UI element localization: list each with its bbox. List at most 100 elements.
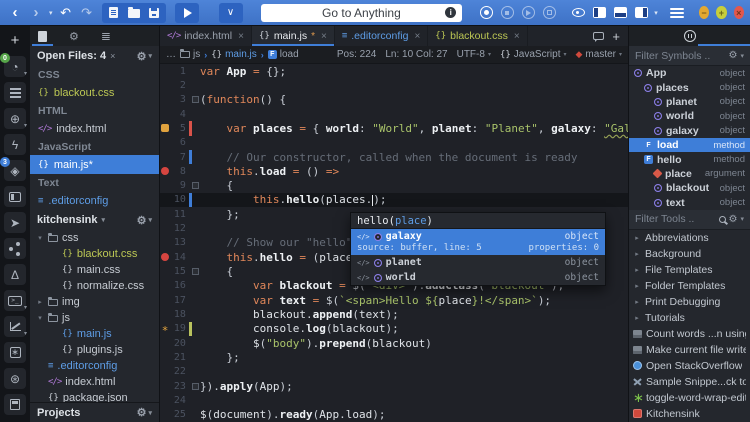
feedback-bubble-icon[interactable] (593, 32, 605, 42)
gutter-marker[interactable] (160, 167, 170, 176)
symbol-row[interactable]: Fload method (629, 137, 750, 153)
gutter[interactable]: 23 (160, 379, 200, 393)
info-icon[interactable]: i (445, 7, 457, 18)
tool-row[interactable]: ▸ Folder Templates (629, 278, 750, 294)
tree-row[interactable]: {} main.css (30, 262, 159, 278)
macro-record-button[interactable] (477, 4, 495, 22)
gutter[interactable]: 20 (160, 336, 200, 350)
editor-tab-blackout-css[interactable]: {} blackout.css × (428, 26, 528, 46)
profiler-button[interactable]: ▾ (4, 316, 27, 337)
tool-row[interactable]: ▸ File Templates (629, 262, 750, 278)
symbol-row[interactable]: Fhello method (629, 152, 750, 166)
close-icon[interactable]: × (321, 31, 327, 42)
gutter-marker[interactable]: ∗ (160, 323, 170, 334)
projects-header[interactable]: Projects ⚙ ▾ (30, 402, 159, 422)
gutter[interactable]: 9 (160, 179, 200, 193)
tools-filter[interactable]: Filter Tools .. ⚙ ▾ (629, 209, 750, 230)
close-icon[interactable]: × (414, 31, 420, 42)
gutter[interactable]: 3 (160, 93, 200, 107)
tool-row[interactable]: Sample Snippe...ck to Insert (629, 374, 750, 390)
editor-tab-index-html[interactable]: </> index.html × (160, 26, 252, 46)
code-line[interactable]: 18 blackout.append(text); (160, 307, 628, 321)
add-button[interactable]: + (4, 30, 26, 51)
fold-icon[interactable] (192, 382, 200, 390)
breadcrumb-item[interactable]: {} main.js (211, 49, 257, 60)
symbol-row[interactable]: App object (629, 66, 750, 80)
code-line[interactable]: 10 this.hello(places.); (160, 192, 628, 208)
code-line[interactable]: 22 (160, 365, 628, 379)
menu-button[interactable] (668, 4, 686, 22)
gutter[interactable]: 25 (160, 408, 200, 422)
open-file-item[interactable]: </> index.html (30, 119, 159, 138)
expander-icon[interactable]: ▾ (36, 234, 44, 242)
code-editor[interactable]: 1 var App = {}; 2 3 (function() {4 5 var plac… (160, 64, 628, 422)
symbol-row[interactable]: blackout object (629, 181, 750, 195)
tool-row[interactable]: ▸ Print Debugging (629, 294, 750, 310)
open-file-item[interactable]: {} blackout.css (30, 83, 159, 102)
code-line[interactable]: 2 (160, 78, 628, 92)
layout-left-toggle[interactable] (590, 4, 608, 22)
gutter[interactable]: 11 (160, 207, 200, 221)
layout-right-toggle[interactable] (632, 4, 650, 22)
tree-row[interactable]: {} blackout.css (30, 246, 159, 262)
tool-row[interactable]: ▸ Background (629, 246, 750, 262)
symbol-row[interactable]: galaxy object (629, 124, 750, 138)
run-button[interactable] (178, 4, 196, 22)
go-to-anything-input[interactable]: Go to Anything i (260, 3, 463, 22)
share-button[interactable] (4, 238, 26, 259)
macro-play-button[interactable] (519, 4, 537, 22)
gutter[interactable]: 24 (160, 393, 200, 407)
tree-row[interactable]: {} plugins.js (30, 342, 159, 358)
fold-icon[interactable] (192, 96, 200, 104)
tool-row[interactable]: Open StackOverflow (629, 358, 750, 374)
forward-button[interactable]: › (27, 4, 45, 22)
project-name[interactable]: kitchensink (37, 214, 98, 226)
symbols-filter[interactable]: Filter Symbols .. ⚙ ▾ (629, 46, 750, 66)
fold-icon[interactable] (192, 268, 200, 276)
tool-row[interactable]: ∗ toggle-word-wrap-edit (629, 390, 750, 406)
quick-actions-button[interactable]: ϟ (4, 134, 26, 155)
terminal-button[interactable]: >_ ▾ (4, 290, 27, 311)
code-line[interactable]: ∗ 19 console.log(blackout); (160, 321, 628, 336)
gutter-marker[interactable] (160, 253, 170, 262)
history-caret-icon[interactable]: ▾ (49, 9, 53, 17)
status-git-branch[interactable]: ◆ master ▾ (576, 49, 623, 60)
expander-icon[interactable]: ▾ (36, 314, 44, 322)
symbol-row[interactable]: text object (629, 196, 750, 210)
gutter[interactable]: 8 (160, 164, 200, 178)
toolbar-dropdown[interactable]: ∨ (218, 2, 243, 23)
fold-column[interactable] (192, 268, 200, 276)
storage-button[interactable] (4, 394, 26, 415)
close-icon[interactable]: × (238, 31, 244, 42)
close-icon[interactable]: × (514, 31, 520, 42)
gear-icon[interactable]: ⚙ (729, 50, 738, 61)
komodo-pointer-button[interactable]: ➤ (4, 212, 26, 233)
tree-row[interactable]: {} normalize.css (30, 278, 159, 294)
search-icon[interactable] (718, 215, 726, 223)
gutter[interactable]: 10 (160, 192, 200, 208)
packages-button[interactable]: ∗ (4, 342, 26, 363)
gutter[interactable]: 13 (160, 236, 200, 250)
gutter[interactable]: 4 (160, 107, 200, 121)
unit-testing-button[interactable]: Δ (4, 264, 26, 285)
breadcrumb-item[interactable]: js (180, 49, 200, 60)
code-line[interactable]: 24 (160, 393, 628, 407)
tab-stack[interactable]: ≣ (101, 26, 111, 46)
completion-item[interactable]: </> planet object (351, 255, 605, 270)
gear-icon[interactable]: ⚙ (137, 214, 147, 227)
completion-item[interactable]: </> world object (351, 270, 605, 285)
close-button[interactable]: × (733, 6, 744, 19)
tab-outline[interactable] (683, 26, 696, 46)
expander-icon[interactable]: ▸ (36, 298, 44, 306)
layout-bottom-toggle[interactable] (611, 4, 629, 22)
redo-button[interactable]: ↷ (78, 4, 96, 22)
gutter[interactable]: 22 (160, 365, 200, 379)
code-line[interactable]: 4 (160, 107, 628, 121)
open-file-item[interactable]: ≡ .editorconfig (30, 191, 159, 210)
notifications-button[interactable]: ◔ 0 ▾ (0, 53, 27, 77)
tree-row[interactable]: </> index.html (30, 374, 159, 390)
browser-preview-button[interactable]: ⊕ ▾ (4, 108, 27, 129)
gutter[interactable]: 17 (160, 293, 200, 307)
new-file-button[interactable] (105, 4, 123, 22)
gutter[interactable]: 7 (160, 149, 200, 165)
